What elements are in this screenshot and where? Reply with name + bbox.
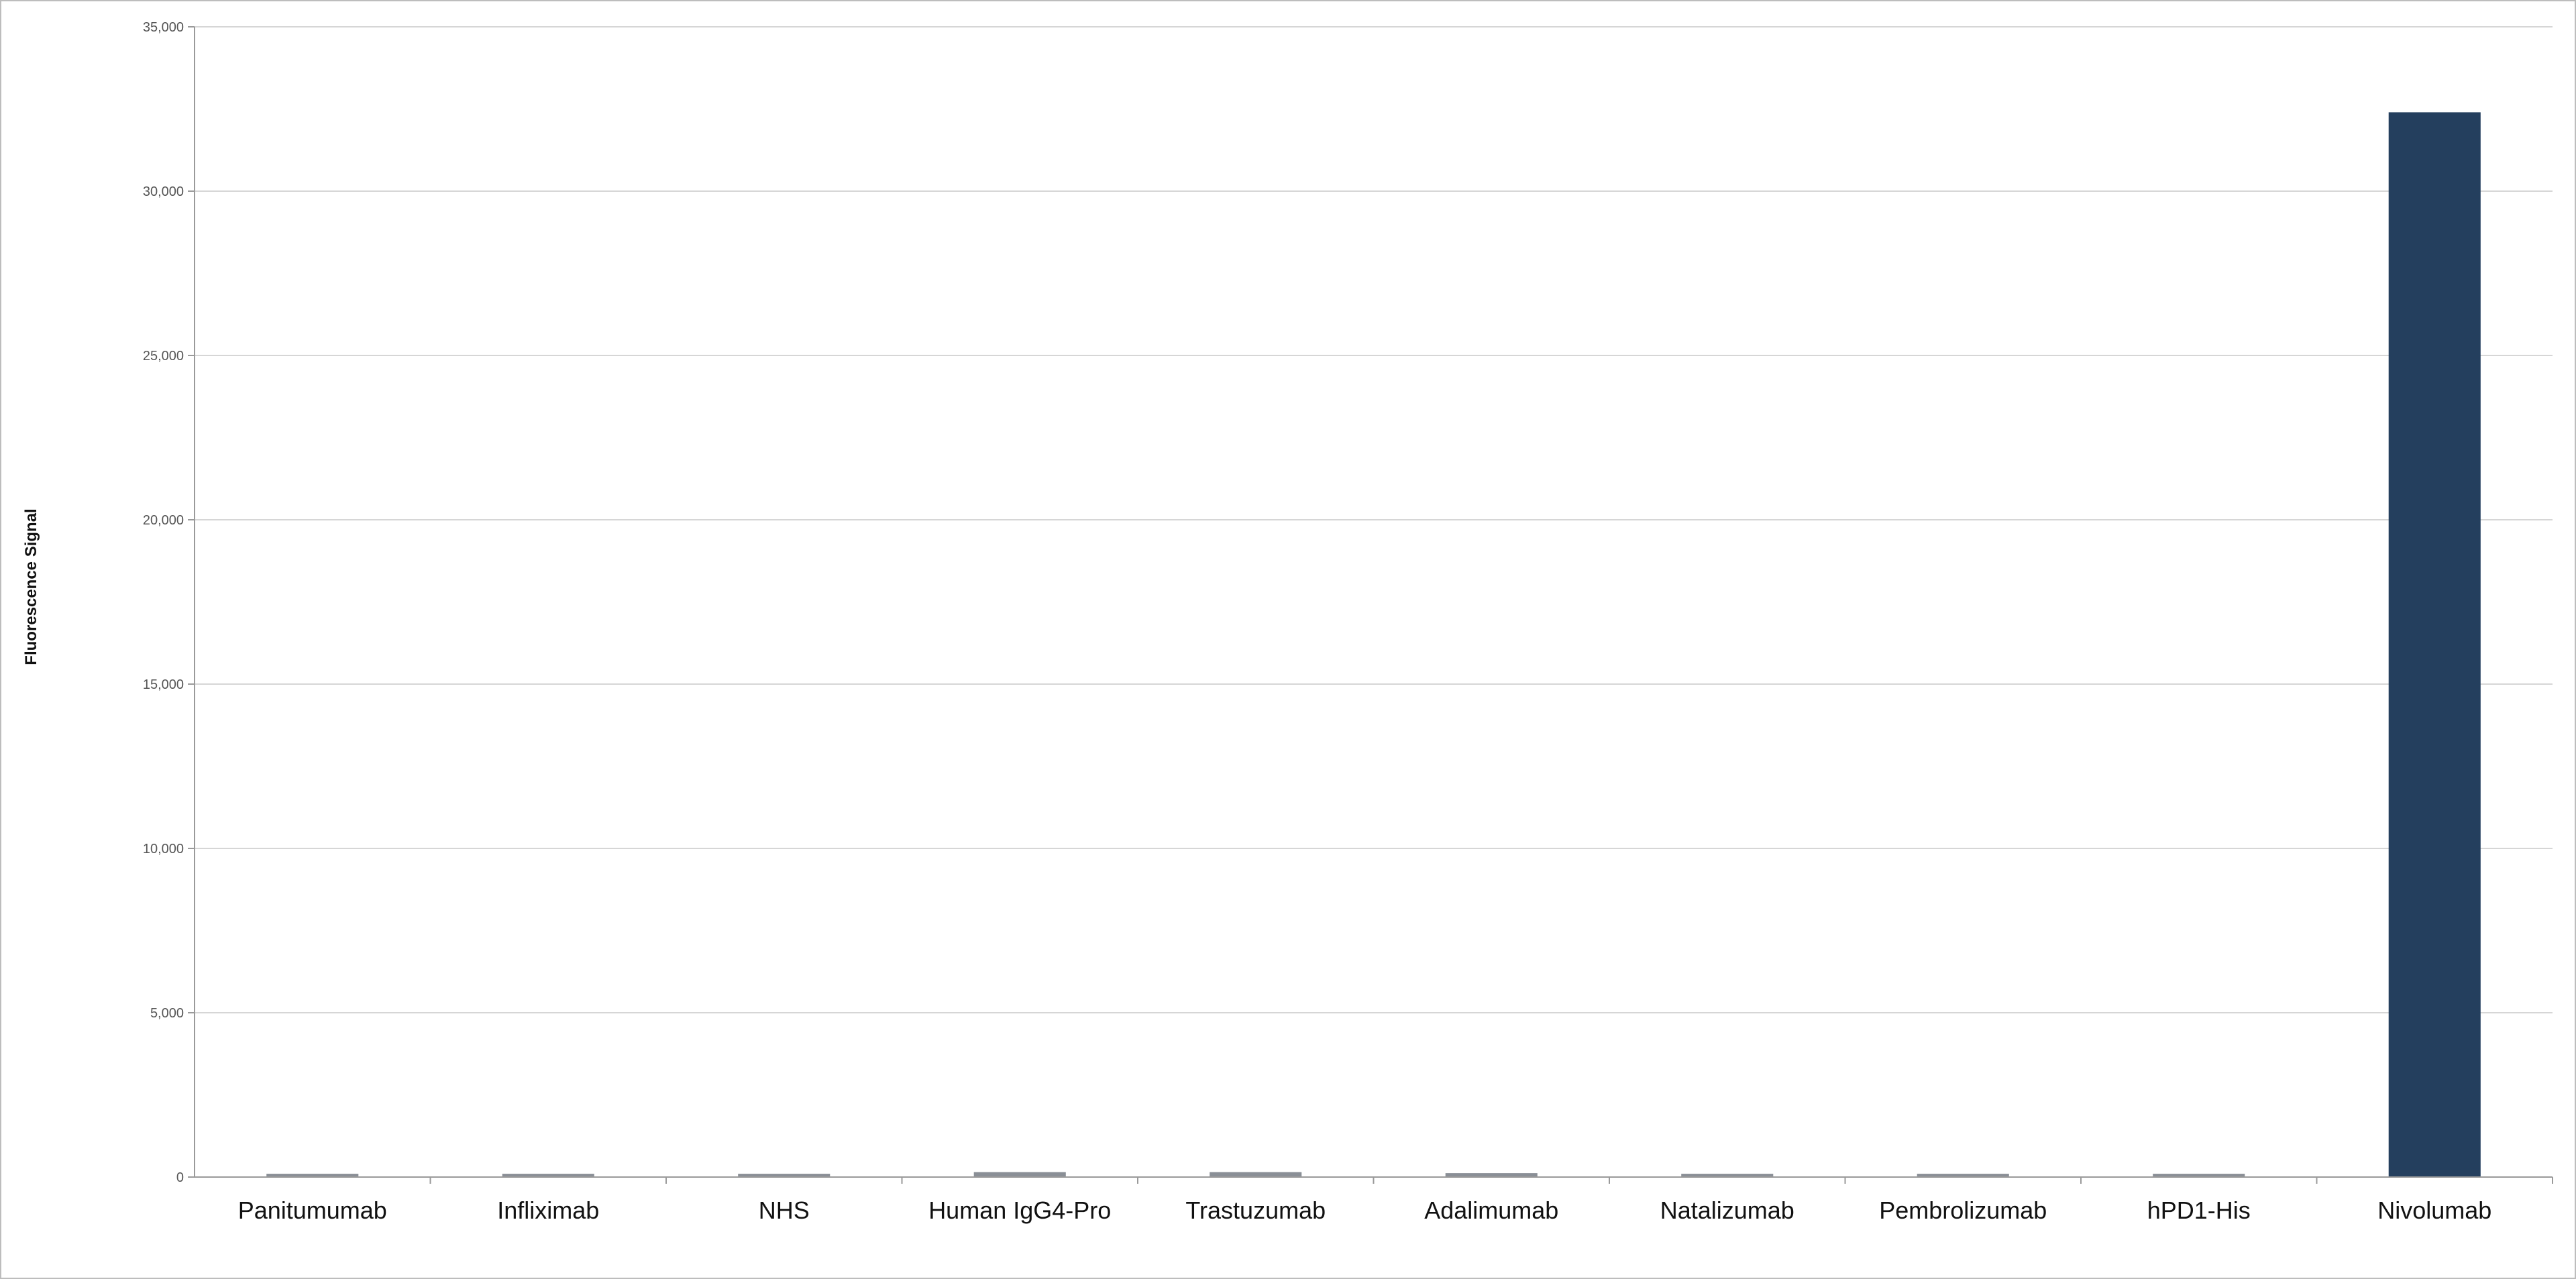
bar-human-igg4-pro — [973, 1172, 1066, 1177]
y-tick-label-0: 0 — [176, 1170, 184, 1185]
y-tick-label-5: 25,000 — [143, 349, 184, 364]
y-tick-label-2: 10,000 — [143, 842, 184, 856]
x-tick-label-6: Natalizumab — [1660, 1197, 1794, 1224]
bar-trastuzumab — [1210, 1172, 1302, 1177]
x-tick-label-0: Panitumumab — [238, 1197, 387, 1224]
y-tick-label-3: 15,000 — [143, 677, 184, 692]
x-tick-label-5: Adalimumab — [1424, 1197, 1558, 1224]
gridlines — [195, 26, 2553, 1013]
bar-nivolumab — [2388, 112, 2481, 1177]
labels: 0 5,000 10,000 15,000 20,000 25,000 30,000 35,0… — [143, 20, 2491, 1224]
x-tick-label-7: Pembrolizumab — [1879, 1197, 2047, 1224]
x-tick-label-2: NHS — [759, 1197, 810, 1224]
x-tick-label-8: hPD1-His — [2147, 1197, 2251, 1224]
bar-chart: 0 5,000 10,000 15,000 20,000 25,000 30,000 35,0… — [22, 20, 2553, 1224]
y-tick-label-7: 35,000 — [143, 20, 184, 35]
y-axis-title: Fluorescence Signal — [22, 508, 40, 665]
y-tick-label-1: 5,000 — [150, 1006, 184, 1021]
bars — [266, 112, 2481, 1177]
x-tick-label-1: Infliximab — [497, 1197, 599, 1224]
y-tick-label-6: 30,000 — [143, 184, 184, 199]
x-tick-label-9: Nivolumab — [2377, 1197, 2491, 1224]
axes — [188, 26, 2553, 1184]
x-tick-label-4: Trastuzumab — [1185, 1197, 1326, 1224]
x-tick-label-3: Human IgG4-Pro — [928, 1197, 1111, 1224]
y-tick-label-4: 20,000 — [143, 513, 184, 528]
